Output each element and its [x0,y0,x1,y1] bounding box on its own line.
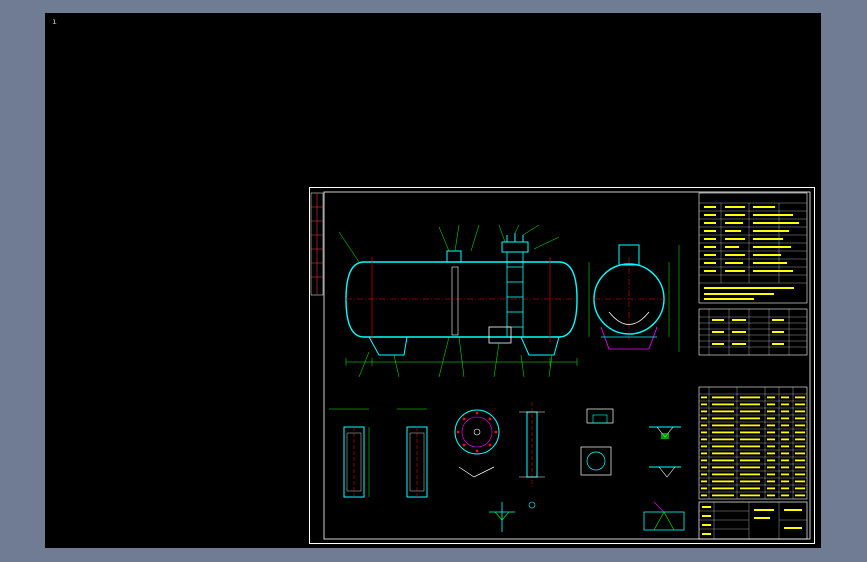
main-view-dimensions [345,262,590,366]
detail-view-weld-1[interactable] [649,426,681,439]
detail-view-flange-plate[interactable] [454,409,500,478]
drawing-sheet[interactable] [309,187,815,544]
cad-model-space[interactable]: ı [45,13,821,548]
detail-view-weld-4[interactable] [489,502,515,532]
detail-view-weld-2[interactable] [649,466,681,478]
title-block[interactable] [698,501,808,540]
part-leaders-top [338,224,560,263]
main-elevation-view[interactable] [338,224,590,378]
part-leaders-bottom [358,336,553,378]
detail-view-section-c[interactable] [519,402,545,509]
vessel-shell [345,261,578,338]
saddle-support-right [520,336,560,356]
manway-flange [501,241,529,253]
detail-view-bracket[interactable] [580,408,614,476]
binding-strip [310,192,324,296]
detail-view-weld-3[interactable] [643,501,685,531]
ucs-marker: ı [52,17,57,26]
saddle-support-left [368,336,408,356]
detail-view-ladder-a[interactable] [329,408,370,498]
nozzle-a [446,250,462,263]
detail-view-ladder-b[interactable] [397,408,428,498]
internal-ladder [506,252,524,337]
nozzle-table[interactable] [698,308,808,356]
drain-sump [488,326,512,344]
sheet-outer-border [309,187,815,544]
end-view[interactable] [593,244,680,352]
design-data-table[interactable] [698,192,808,304]
bill-of-materials[interactable] [698,386,808,500]
level-gauge [451,266,459,336]
